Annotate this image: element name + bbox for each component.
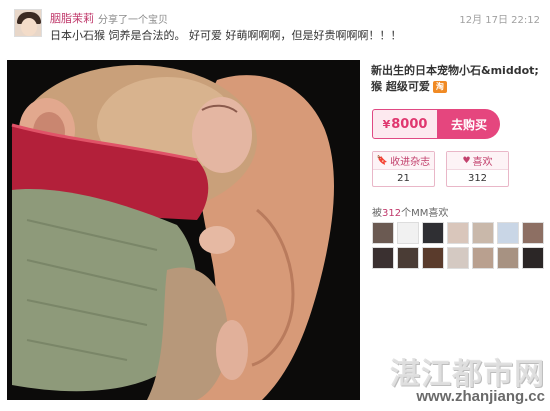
liker-avatar[interactable]	[447, 247, 469, 269]
liker-avatar[interactable]	[422, 222, 444, 244]
price-value: 8000	[391, 116, 428, 132]
liker-avatar[interactable]	[472, 247, 494, 269]
likes-count-link[interactable]: 312	[382, 208, 401, 219]
site-watermark: 湛江都市网 www.zhanjiang.cc	[390, 357, 545, 406]
liker-avatar[interactable]	[372, 247, 394, 269]
likes-prefix: 被	[372, 208, 382, 219]
like-label-row: ♥ 喜欢	[447, 152, 508, 170]
collect-to-magazine-button[interactable]: 🔖 收进杂志 21	[372, 151, 435, 187]
likes-summary: 被312个MM喜欢	[372, 204, 448, 219]
post-timestamp: 12月 17日 22:12	[459, 15, 540, 26]
taobao-store-icon[interactable]: 淘	[432, 81, 447, 93]
like-button[interactable]: ♥ 喜欢 312	[446, 151, 509, 187]
heart-icon: ♥	[462, 155, 471, 166]
go-buy-button[interactable]: 去购买	[438, 109, 500, 139]
post-caption: 日本小石猴 饲养是合法的。 好可爱 好萌啊啊啊，但是好贵啊啊啊！！！	[50, 29, 402, 42]
like-count: 312	[467, 173, 488, 184]
liker-avatar[interactable]	[497, 247, 519, 269]
share-action-text: 分享了一个宝贝	[98, 15, 168, 26]
buy-button[interactable]: ¥8000 去购买	[372, 109, 500, 139]
user-avatar[interactable]	[14, 9, 42, 37]
product-title-text: 新出生的日本宠物小石&middot;猴 超级可爱	[371, 64, 539, 93]
like-label: 喜欢	[472, 157, 493, 168]
liker-avatar[interactable]	[397, 222, 419, 244]
bookmark-icon: 🔖	[376, 155, 389, 166]
product-photo[interactable]	[7, 60, 360, 400]
liker-avatar[interactable]	[397, 247, 419, 269]
collect-label-row: 🔖 收进杂志	[373, 152, 434, 170]
likes-suffix: 个MM喜欢	[401, 208, 449, 219]
price-box: ¥8000	[372, 109, 438, 139]
collect-count: 21	[397, 173, 410, 184]
username-link[interactable]: 胭脂茉莉	[50, 10, 94, 26]
liker-avatar[interactable]	[522, 222, 544, 244]
avatar-face	[21, 18, 37, 36]
watermark-brand: 湛江都市网	[390, 357, 545, 392]
liker-avatar[interactable]	[372, 222, 394, 244]
liker-avatar[interactable]	[522, 247, 544, 269]
product-title[interactable]: 新出生的日本宠物小石&middot;猴 超级可爱淘	[371, 63, 543, 95]
currency-symbol: ¥	[382, 117, 391, 131]
monkey-photo-illustration	[7, 60, 360, 400]
likers-avatar-grid	[372, 222, 544, 269]
liker-avatar[interactable]	[497, 222, 519, 244]
liker-avatar[interactable]	[447, 222, 469, 244]
post-card: 胭脂茉莉 分享了一个宝贝 12月 17日 22:12 日本小石猴 饲养是合法的。…	[0, 0, 550, 411]
collect-label: 收进杂志	[390, 157, 431, 168]
liker-avatar[interactable]	[422, 247, 444, 269]
liker-avatar[interactable]	[472, 222, 494, 244]
